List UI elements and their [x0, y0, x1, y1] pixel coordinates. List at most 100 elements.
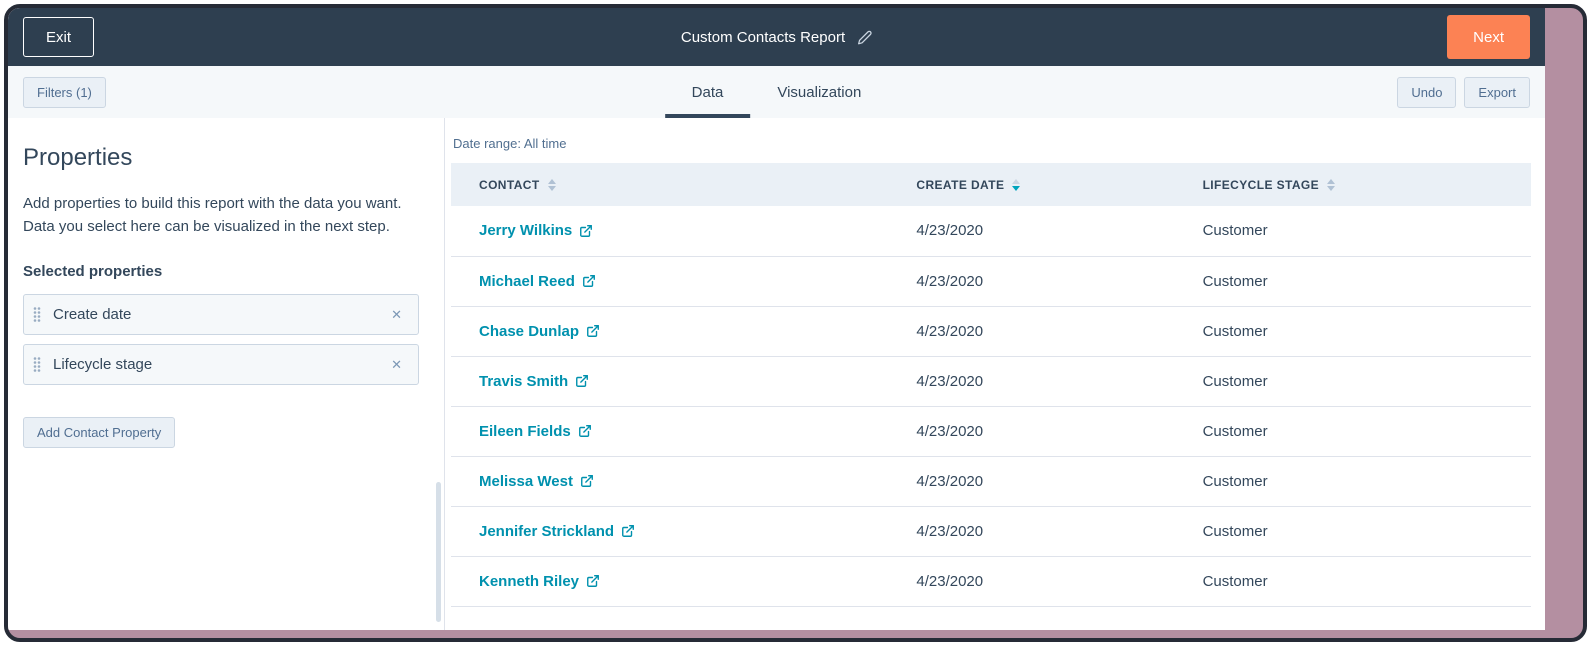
external-link-icon — [621, 524, 635, 538]
create-date-cell: 4/23/2020 — [888, 206, 1175, 257]
property-chip-label: Lifecycle stage — [53, 355, 153, 373]
contacts-table: CONTACT CREATE DATE LIFECYCLE STAGE Jerr… — [451, 163, 1531, 607]
contact-cell: Jennifer Strickland — [451, 506, 889, 557]
edit-title-pencil-icon[interactable] — [857, 30, 872, 45]
filters-button[interactable]: Filters (1) — [23, 76, 106, 108]
contact-cell: Jerry Wilkins — [451, 206, 889, 257]
report-title: Custom Contacts Report — [680, 28, 846, 46]
sort-icon[interactable] — [547, 178, 556, 191]
column-header-create-date[interactable]: CREATE DATE — [888, 163, 1175, 206]
column-header-label: CREATE DATE — [916, 177, 1005, 192]
toolbar-actions: Undo Export — [1397, 76, 1530, 108]
create-date-cell: 4/23/2020 — [888, 506, 1175, 557]
lifecycle-stage-cell: Customer — [1174, 406, 1531, 457]
external-link-icon — [575, 374, 589, 388]
external-link-icon — [582, 274, 596, 288]
properties-title: Properties — [23, 144, 133, 171]
table-header-row: CONTACT CREATE DATE LIFECYCLE STAGE — [451, 163, 1531, 206]
create-date-cell: 4/23/2020 — [888, 256, 1175, 307]
column-header-label: CONTACT — [479, 177, 540, 192]
undo-button[interactable]: Undo — [1397, 76, 1457, 108]
remove-property-icon[interactable]: ✕ — [388, 356, 405, 373]
contact-link[interactable]: Jerry Wilkins — [479, 222, 593, 239]
contact-name: Jennifer Strickland — [479, 522, 615, 540]
tab-data[interactable]: Data — [664, 66, 751, 118]
contact-link[interactable]: Eileen Fields — [479, 423, 592, 440]
contact-name: Kenneth Riley — [479, 572, 580, 590]
create-date-cell: 4/23/2020 — [888, 556, 1175, 607]
table-row: Kenneth Riley 4/23/2020 Customer — [451, 556, 1531, 607]
table-row: Michael Reed 4/23/2020 Customer — [451, 256, 1531, 307]
contact-cell: Michael Reed — [451, 256, 889, 307]
contact-link[interactable]: Melissa West — [479, 473, 594, 490]
properties-description: Add properties to build this report with… — [23, 195, 402, 236]
external-link-icon — [586, 324, 600, 338]
table-row: Melissa West 4/23/2020 Customer — [451, 456, 1531, 507]
column-header-lifecycle-stage[interactable]: LIFECYCLE STAGE — [1174, 163, 1531, 206]
external-link-icon — [578, 424, 592, 438]
lifecycle-stage-cell: Customer — [1174, 456, 1531, 507]
date-range-label: Date range: All time — [453, 136, 567, 151]
lifecycle-stage-cell: Customer — [1174, 556, 1531, 607]
create-date-cell: 4/23/2020 — [888, 306, 1175, 357]
report-title-wrap: Custom Contacts Report — [681, 29, 872, 46]
contact-name: Travis Smith — [479, 372, 569, 390]
report-preview: Date range: All time CONTACT CREATE DATE… — [445, 118, 1545, 630]
selected-properties-heading: Selected properties — [23, 262, 163, 280]
remove-property-icon[interactable]: ✕ — [388, 306, 405, 323]
contact-cell: Kenneth Riley — [451, 556, 889, 607]
contact-cell: Melissa West — [451, 456, 889, 507]
tab-visualization[interactable]: Visualization — [750, 66, 888, 118]
contact-link[interactable]: Jennifer Strickland — [479, 523, 635, 540]
property-chip-create-date[interactable]: Create date ✕ — [23, 293, 419, 335]
table-row: Eileen Fields 4/23/2020 Customer — [451, 406, 1531, 457]
external-link-icon — [579, 224, 593, 238]
column-header-contact[interactable]: CONTACT — [451, 163, 889, 206]
lifecycle-stage-cell: Customer — [1174, 356, 1531, 407]
contact-link[interactable]: Kenneth Riley — [479, 573, 600, 590]
main-area: Properties Add properties to build this … — [8, 118, 1545, 630]
export-button[interactable]: Export — [1464, 76, 1530, 108]
top-bar: Exit Custom Contacts Report Next — [8, 8, 1545, 66]
external-link-icon — [586, 574, 600, 588]
contact-name: Michael Reed — [479, 272, 575, 290]
contact-name: Jerry Wilkins — [479, 222, 573, 240]
property-chip-lifecycle-stage[interactable]: Lifecycle stage ✕ — [23, 343, 419, 385]
table-row: Jerry Wilkins 4/23/2020 Customer — [451, 206, 1531, 257]
exit-button[interactable]: Exit — [23, 17, 95, 57]
property-chip-label: Create date — [53, 305, 132, 323]
table-row: Chase Dunlap 4/23/2020 Customer — [451, 306, 1531, 357]
contact-link[interactable]: Michael Reed — [479, 273, 596, 290]
table-row: Travis Smith 4/23/2020 Customer — [451, 356, 1531, 407]
external-link-icon — [580, 474, 594, 488]
contact-cell: Eileen Fields — [451, 406, 889, 457]
contact-name: Melissa West — [479, 472, 573, 490]
sort-icon[interactable] — [1327, 178, 1336, 191]
add-contact-property-button[interactable]: Add Contact Property — [23, 416, 176, 448]
contact-link[interactable]: Travis Smith — [479, 373, 589, 390]
report-builder-app: Exit Custom Contacts Report Next Filters… — [8, 8, 1545, 630]
lifecycle-stage-cell: Customer — [1174, 256, 1531, 307]
tabs: Data Visualization — [664, 66, 889, 118]
contact-cell: Chase Dunlap — [451, 306, 889, 357]
create-date-cell: 4/23/2020 — [888, 456, 1175, 507]
drag-handle-icon[interactable] — [33, 356, 41, 373]
contact-name: Chase Dunlap — [479, 322, 580, 340]
lifecycle-stage-cell: Customer — [1174, 206, 1531, 257]
drag-handle-icon[interactable] — [33, 306, 41, 323]
column-header-label: LIFECYCLE STAGE — [1202, 177, 1320, 192]
table-row: Jennifer Strickland 4/23/2020 Customer — [451, 506, 1531, 557]
lifecycle-stage-cell: Customer — [1174, 506, 1531, 557]
properties-panel: Properties Add properties to build this … — [8, 118, 445, 630]
next-button[interactable]: Next — [1447, 15, 1530, 59]
sort-icon[interactable] — [1012, 178, 1021, 191]
contact-link[interactable]: Chase Dunlap — [479, 323, 600, 340]
lifecycle-stage-cell: Customer — [1174, 306, 1531, 357]
sidebar-scrollbar[interactable] — [436, 482, 441, 622]
contact-cell: Travis Smith — [451, 356, 889, 407]
create-date-cell: 4/23/2020 — [888, 356, 1175, 407]
table-body: Jerry Wilkins 4/23/2020 Customer Michael… — [451, 206, 1531, 607]
screenshot-frame: Exit Custom Contacts Report Next Filters… — [4, 4, 1587, 642]
create-date-cell: 4/23/2020 — [888, 406, 1175, 457]
contact-name: Eileen Fields — [479, 422, 571, 440]
